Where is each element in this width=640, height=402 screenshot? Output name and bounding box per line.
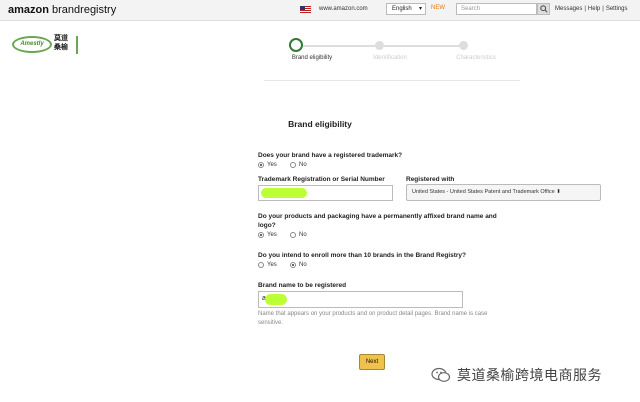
language-value: English <box>392 6 412 12</box>
radio-label: No <box>299 232 307 238</box>
new-badge: NEW <box>431 5 445 11</box>
radio-affixed-yes[interactable]: Yes <box>258 232 277 238</box>
radio-label: Yes <box>267 162 277 168</box>
radio-label: Yes <box>267 232 277 238</box>
step-connector <box>303 45 375 47</box>
question-brand-affixed: Do your products and packaging have a pe… <box>258 213 497 229</box>
top-bar: amazon brandregistry www.amazon.com Engl… <box>0 0 640 21</box>
wechat-icon <box>431 367 451 382</box>
radio-selected-icon <box>290 262 296 268</box>
settings-link[interactable]: Settings <box>606 6 628 12</box>
radio-trademark-no[interactable]: No <box>290 162 307 168</box>
top-links: Messages | Help | Settings <box>555 6 630 12</box>
registered-with-value: United States - United States Patent and… <box>412 189 555 195</box>
messages-link[interactable]: Messages <box>555 6 582 12</box>
amazon-brand-registry-logo[interactable]: amazon brandregistry <box>8 4 116 16</box>
watermark: 莫道桑榆跨境电商服务 <box>431 365 602 385</box>
step-dot-active <box>289 38 303 52</box>
redaction-highlight <box>261 188 307 198</box>
trademark-number-label: Trademark Registration or Serial Number <box>258 176 385 183</box>
radio-affixed-no[interactable]: No <box>290 232 307 238</box>
step-dot-idle <box>375 41 384 50</box>
partner-divider <box>76 36 78 54</box>
dropdown-arrow-icon: ▾ <box>418 6 422 12</box>
step-dot-idle <box>459 41 468 50</box>
step-label-identification: Identification <box>373 55 407 61</box>
select-arrows-icon: ⬍ <box>556 189 561 195</box>
search-input[interactable]: Search <box>456 3 537 15</box>
radio-trademark-yes[interactable]: Yes <box>258 162 277 168</box>
radio-label: No <box>299 262 307 268</box>
step-label-brand-eligibility: Brand eligibility <box>291 55 333 61</box>
partner-cn-line1: 莫道 <box>54 35 68 42</box>
radio-unselected-icon <box>258 262 264 268</box>
partner-logo: Amestly 莫道桑榆 <box>12 34 78 56</box>
logo-brand: brandregistry <box>48 4 117 16</box>
link-separator: | <box>602 6 604 12</box>
language-select[interactable]: English ▾ <box>386 3 426 15</box>
question-trademark: Does your brand have a registered tradem… <box>258 152 403 159</box>
radio-unselected-icon <box>290 232 296 238</box>
link-separator: | <box>584 6 586 12</box>
step-connector <box>384 45 459 47</box>
radio-selected-icon <box>258 232 264 238</box>
brand-name-label: Brand name to be registered <box>258 282 347 289</box>
partner-badge: Amestly <box>12 36 52 53</box>
search-button[interactable] <box>537 3 550 15</box>
radio-label: Yes <box>267 262 277 268</box>
watermark-text: 莫道桑榆跨境电商服务 <box>457 367 602 383</box>
header-divider <box>264 80 520 81</box>
question-enroll-many: Do you intend to enroll more than 10 bra… <box>258 252 467 259</box>
registered-with-select[interactable]: United States - United States Patent and… <box>406 184 601 201</box>
partner-cn-line2: 桑榆 <box>54 44 68 51</box>
next-button[interactable]: Next <box>359 354 385 370</box>
site-link[interactable]: www.amazon.com <box>319 6 368 12</box>
radio-label: No <box>299 162 307 168</box>
brand-name-input[interactable]: a <box>258 291 463 308</box>
radio-enroll-yes[interactable]: Yes <box>258 262 277 268</box>
redaction-highlight <box>265 294 287 305</box>
us-flag-icon <box>300 6 311 13</box>
search-icon <box>539 5 548 13</box>
brand-name-help: Name that appears on your products and o… <box>258 311 488 326</box>
step-label-characteristics: Characteristics <box>456 55 496 61</box>
radio-unselected-icon <box>290 162 296 168</box>
help-link[interactable]: Help <box>588 6 600 12</box>
logo-word: amazon <box>8 4 49 16</box>
page-title: Brand eligibility <box>288 119 352 129</box>
partner-cn-text: 莫道 桑榆 <box>54 34 68 52</box>
trademark-number-input[interactable] <box>258 185 393 201</box>
radio-enroll-no[interactable]: No <box>290 262 307 268</box>
progress-steps: Brand eligibility Identification Charact… <box>260 38 520 68</box>
registered-with-label: Registered with <box>406 176 455 183</box>
radio-selected-icon <box>258 162 264 168</box>
